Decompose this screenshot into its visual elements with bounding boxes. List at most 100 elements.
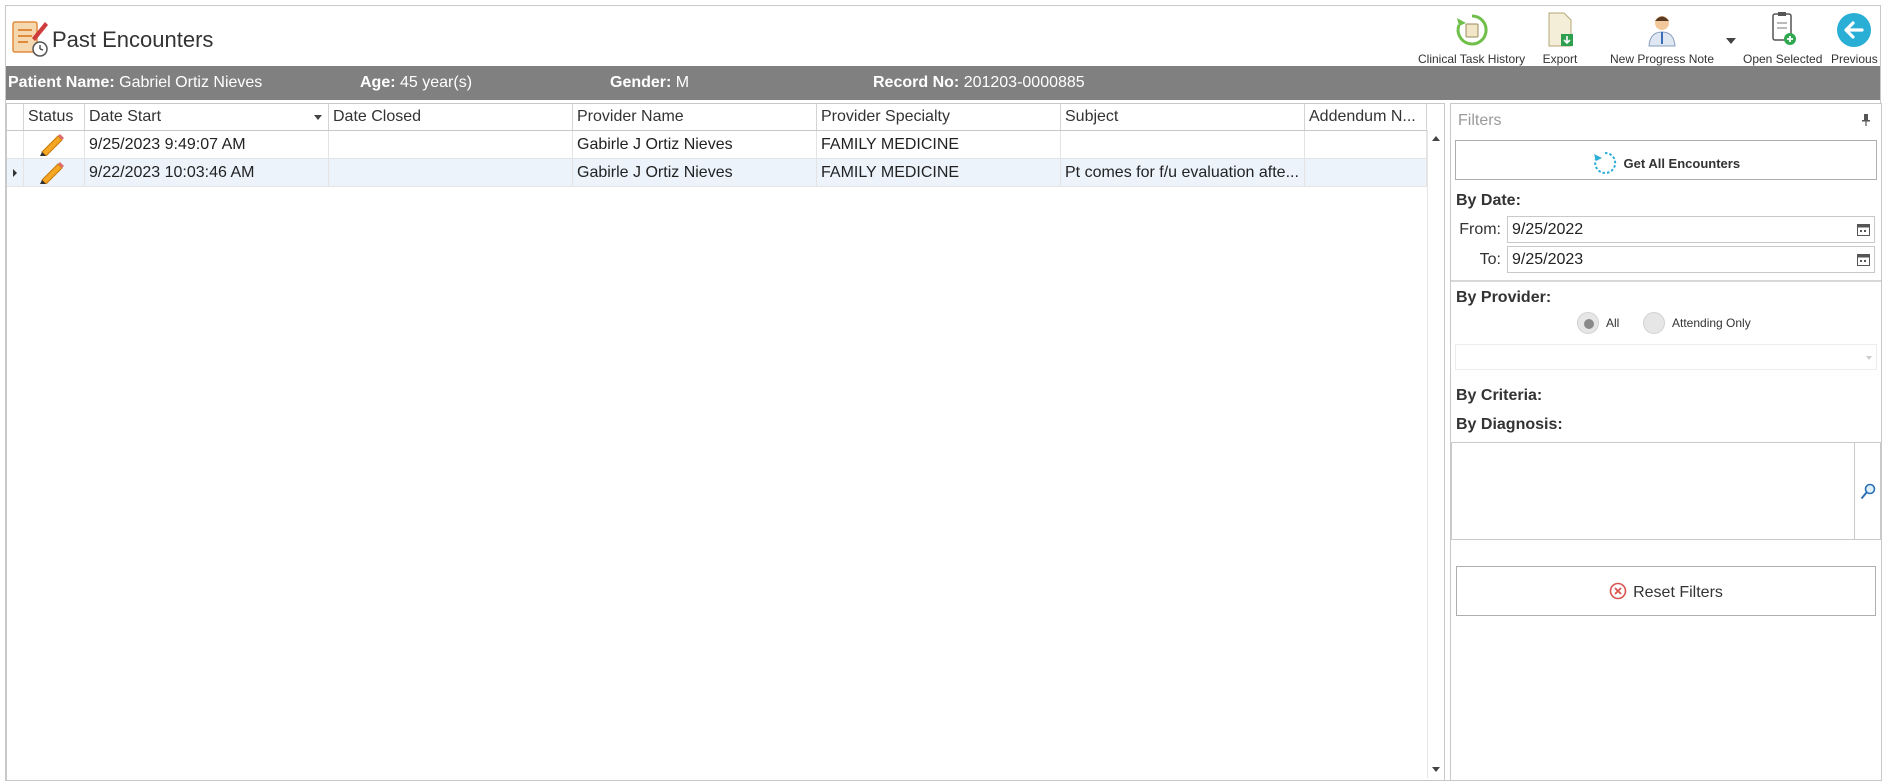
filters-panel: Filters Get All Encounters By Date: From… — [1450, 103, 1882, 781]
from-label: From: — [1459, 221, 1501, 238]
row-indicator — [7, 159, 24, 186]
calendar-icon[interactable] — [1857, 223, 1870, 236]
patient-name: Patient Name: Gabriel Ortiz Nieves — [8, 74, 262, 92]
row-indicator-header — [7, 104, 24, 130]
filters-title: Filters — [1458, 112, 1502, 129]
column-header-provider-name[interactable]: Provider Name — [573, 104, 817, 130]
encounters-app-icon — [12, 21, 48, 57]
pin-icon[interactable] — [1861, 114, 1871, 126]
from-date-input[interactable]: 9/25/2022 — [1507, 216, 1875, 243]
app-window: Past Encounters Clinical Task History Ex… — [5, 5, 1882, 781]
to-date-value: 9/25/2023 — [1512, 251, 1584, 268]
new-progress-note-button[interactable]: New Progress Note — [1610, 10, 1714, 66]
title-bar: Past Encounters Clinical Task History Ex… — [6, 6, 1880, 66]
to-date-input[interactable]: 9/25/2023 — [1507, 246, 1875, 273]
patient-name-label: Patient Name: — [8, 74, 115, 91]
column-header-status[interactable]: Status — [24, 104, 85, 130]
radio-attending-icon — [1643, 312, 1665, 334]
current-row-arrow-icon — [13, 169, 17, 177]
column-header-date-start[interactable]: Date Start — [85, 104, 329, 130]
by-date-label: By Date: — [1456, 192, 1521, 209]
date-start-cell: 9/25/2023 9:49:07 AM — [85, 131, 329, 158]
get-all-encounters-button[interactable]: Get All Encounters — [1455, 140, 1877, 180]
scroll-down-icon[interactable] — [1432, 767, 1440, 772]
reset-filters-label: Reset Filters — [1633, 584, 1723, 601]
column-header-addendum[interactable]: Addendum N... — [1305, 104, 1427, 130]
provider-name-cell: Gabirle J Ortiz Nieves — [573, 159, 817, 186]
date-closed-cell — [329, 159, 573, 186]
new-progress-note-label: New Progress Note — [1610, 52, 1715, 66]
date-start-cell: 9/22/2023 10:03:46 AM — [85, 159, 329, 186]
patient-gender-label: Gender: — [610, 74, 672, 91]
from-date-value: 9/25/2022 — [1512, 221, 1584, 238]
patient-record-label: Record No: — [873, 74, 960, 91]
close-circle-icon — [1609, 582, 1627, 600]
addendum-cell — [1305, 131, 1427, 158]
radio-attending-label: Attending Only — [1672, 316, 1751, 330]
radio-all-selected-icon — [1577, 312, 1599, 334]
export-button[interactable]: Export — [1540, 10, 1580, 66]
by-provider-label: By Provider: — [1456, 289, 1552, 306]
provider-dropdown[interactable] — [1455, 344, 1877, 370]
status-cell — [24, 159, 85, 186]
dropdown-arrow-icon — [1866, 356, 1872, 360]
clinical-task-history-label: Clinical Task History — [1418, 52, 1526, 66]
patient-gender: Gender: M — [610, 74, 689, 92]
get-all-encounters-label: Get All Encounters — [1623, 156, 1741, 171]
patient-record-value: 201203-0000885 — [963, 74, 1085, 91]
row-indicator — [7, 131, 24, 158]
open-selected-label: Open Selected — [1743, 52, 1823, 66]
status-cell — [24, 131, 85, 158]
by-diagnosis-label: By Diagnosis: — [1456, 416, 1563, 433]
refresh-history-icon — [1456, 14, 1488, 46]
pencil-icon — [40, 134, 64, 156]
patient-age-value: 45 year(s) — [400, 74, 473, 91]
radio-all-label: All — [1606, 316, 1620, 330]
table-row[interactable]: 9/22/2023 10:03:46 AM Gabirle J Ortiz Ni… — [7, 159, 1427, 187]
previous-label: Previous — [1831, 52, 1878, 66]
diagnosis-search-button[interactable] — [1855, 442, 1881, 540]
provider-specialty-cell: FAMILY MEDICINE — [817, 131, 1061, 158]
patient-name-value: Gabriel Ortiz Nieves — [119, 74, 263, 91]
patient-record: Record No: 201203-0000885 — [873, 74, 1085, 92]
grid-header: Status Date Start Date Closed Provider N… — [7, 104, 1427, 131]
clinical-task-history-button[interactable]: Clinical Task History — [1418, 10, 1525, 66]
column-header-subject[interactable]: Subject — [1061, 104, 1305, 130]
encounters-grid[interactable]: Status Date Start Date Closed Provider N… — [6, 103, 1445, 781]
doctor-icon — [1648, 16, 1676, 47]
export-label: Export — [1542, 52, 1578, 66]
calendar-icon[interactable] — [1857, 253, 1870, 266]
by-criteria-label: By Criteria: — [1456, 387, 1543, 404]
date-closed-cell — [329, 131, 573, 158]
provider-specialty-cell: FAMILY MEDICINE — [817, 159, 1061, 186]
scroll-up-icon[interactable] — [1432, 136, 1440, 141]
open-selected-button[interactable]: Open Selected — [1743, 10, 1822, 66]
subject-cell: Pt comes for f/u evaluation afte... — [1061, 159, 1305, 186]
table-row[interactable]: 9/25/2023 9:49:07 AM Gabirle J Ortiz Nie… — [7, 131, 1427, 159]
diagnosis-list[interactable] — [1451, 442, 1855, 540]
divider — [1451, 280, 1881, 282]
previous-button[interactable]: Previous — [1831, 10, 1878, 66]
radio-attending-only[interactable]: Attending Only — [1643, 312, 1773, 336]
column-header-date-closed[interactable]: Date Closed — [329, 104, 573, 130]
to-label: To: — [1479, 251, 1501, 268]
column-header-provider-specialty[interactable]: Provider Specialty — [817, 104, 1061, 130]
patient-info-bar: Patient Name: Gabriel Ortiz Nieves Age: … — [6, 66, 1880, 100]
search-icon — [1860, 483, 1876, 500]
subject-cell — [1061, 131, 1305, 158]
column-header-date-start-label: Date Start — [89, 108, 162, 125]
pencil-icon — [40, 162, 64, 184]
back-arrow-icon — [1837, 13, 1872, 47]
grid-scrollbar[interactable] — [1427, 130, 1444, 778]
provider-name-cell: Gabirle J Ortiz Nieves — [573, 131, 817, 158]
addendum-cell — [1305, 159, 1427, 186]
reset-filters-button[interactable]: Reset Filters — [1456, 566, 1876, 616]
chevron-down-icon[interactable] — [1726, 38, 1736, 44]
page-title: Past Encounters — [52, 27, 214, 52]
sort-descending-icon — [314, 115, 322, 120]
patient-age-label: Age: — [360, 74, 396, 91]
patient-gender-value: M — [675, 74, 690, 91]
radio-all[interactable]: All — [1577, 312, 1637, 336]
export-icon — [1548, 12, 1573, 47]
refresh-icon — [1593, 151, 1617, 174]
